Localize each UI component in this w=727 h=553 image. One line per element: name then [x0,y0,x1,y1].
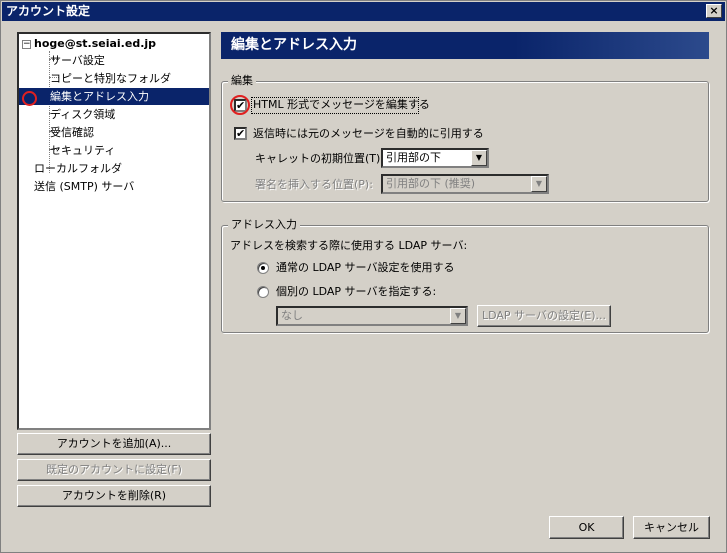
annotation-circle [230,95,250,115]
caret-position-label: キャレットの初期位置(T): [255,152,385,165]
auto-quote-checkbox[interactable]: ✔ [234,127,247,140]
use-custom-ldap-label[interactable]: 個別の LDAP サーバを指定する: [276,285,436,299]
signature-position-label: 署名を挿入する位置(P): [255,178,373,191]
annotation-circle [22,91,37,106]
signature-position-select[interactable]: 引用部の下 (推奨) ▼ [381,174,549,194]
remove-account-button[interactable]: アカウントを削除(R) [17,485,211,507]
auto-quote-label[interactable]: 返信時には元のメッセージを自動的に引用する [253,127,484,141]
dropdown-arrow-icon[interactable]: ▼ [450,308,466,324]
window-title: アカウント設定 [6,4,91,18]
account-settings-dialog: アカウント設定 × − hoge@st.seiai.ed.jp サーバ設定 コピ… [0,0,727,553]
ldap-directory-value: なし [281,309,303,322]
dropdown-arrow-icon[interactable]: ▼ [471,150,487,166]
html-compose-label[interactable]: HTML 形式でメッセージを編集する [253,98,430,112]
title-bar: アカウント設定 × [2,2,725,21]
checkmark-icon: ✔ [236,127,246,140]
tree-item-local-folders[interactable]: ローカルフォルダ [34,160,122,177]
add-account-button[interactable]: アカウントを追加(A)... [17,433,211,455]
dropdown-arrow-icon[interactable]: ▼ [531,176,547,192]
addressing-group-title: アドレス入力 [228,218,300,231]
close-button[interactable]: × [706,4,722,18]
tree-item-return-receipts[interactable]: 受信確認 [48,124,94,141]
tree-item-copies-folders[interactable]: コピーと特別なフォルダ [48,70,171,87]
edit-directories-button[interactable]: LDAP サーバの設定(E)... [477,305,611,327]
caret-position-value: 引用部の下 [386,151,441,164]
set-default-button[interactable]: 既定のアカウントに設定(F) [17,459,211,481]
ok-button[interactable]: OK [549,516,624,539]
use-global-ldap-label[interactable]: 通常の LDAP サーバ設定を使用する [276,261,454,275]
ldap-description: アドレスを検索する際に使用する LDAP サーバ: [230,239,468,252]
account-tree[interactable]: − hoge@st.seiai.ed.jp サーバ設定 コピーと特別なフォルダ … [17,32,211,430]
caret-position-select[interactable]: 引用部の下 ▼ [381,148,489,168]
ldap-directory-select[interactable]: なし ▼ [276,306,468,326]
tree-item-smtp-server[interactable]: 送信 (SMTP) サーバ [34,178,134,195]
tree-item-account[interactable]: hoge@st.seiai.ed.jp [34,35,156,52]
tree-item-disk-space[interactable]: ディスク領域 [48,106,115,123]
close-icon: × [709,4,719,17]
tree-item-composition-addressing[interactable]: 編集とアドレス入力 [19,88,209,105]
tree-item-security[interactable]: セキュリティ [48,142,115,159]
tree-item-server-settings[interactable]: サーバ設定 [48,52,105,69]
use-custom-ldap-radio[interactable] [257,286,269,298]
signature-position-value: 引用部の下 (推奨) [386,177,476,190]
collapse-icon[interactable]: − [22,40,31,49]
use-global-ldap-radio[interactable] [257,262,269,274]
cancel-button[interactable]: キャンセル [633,516,710,539]
page-title: 編集とアドレス入力 [221,32,709,59]
editing-group-title: 編集 [228,74,256,87]
